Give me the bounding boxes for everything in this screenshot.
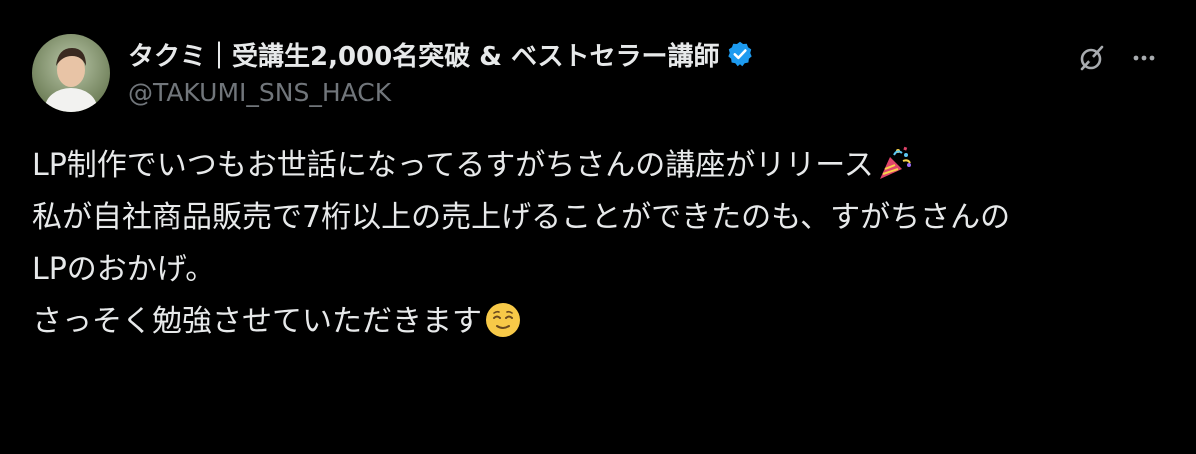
relieved-face-icon [484,301,522,339]
tweet-paragraph: 私が自社商品販売で7桁以上の売上げることができたのも、すがちさんの LPのおかげ… [32,200,1011,287]
avatar[interactable] [32,34,110,112]
party-popper-icon [876,145,914,183]
verified-badge-icon [726,40,754,68]
tweet-paragraph: LP制作でいつもお世話になってるすがちさんの講座がリリース [32,140,1162,192]
tweet-line: さっそく勉強させていただきます [32,304,482,339]
grok-icon[interactable] [1074,40,1110,76]
more-icon[interactable] [1126,40,1162,76]
tweet-paragraph: さっそく勉強させていただきます [32,296,1162,348]
user-handle[interactable]: @TAKUMI_SNS_HACK [128,78,391,107]
display-name[interactable]: タクミ｜受講生2,000名突破 & ベストセラー講師 [128,36,720,73]
tweet-text: LP制作でいつもお世話になってるすがちさんの講座がリリース 私が自社商品販売で7… [32,140,1162,348]
tweet-card[interactable]: タクミ｜受講生2,000名突破 & ベストセラー講師 @TAKUMI_SNS_H… [0,0,1196,454]
tweet-line: LP制作でいつもお世話になってるすがちさんの講座がリリース [32,148,874,183]
